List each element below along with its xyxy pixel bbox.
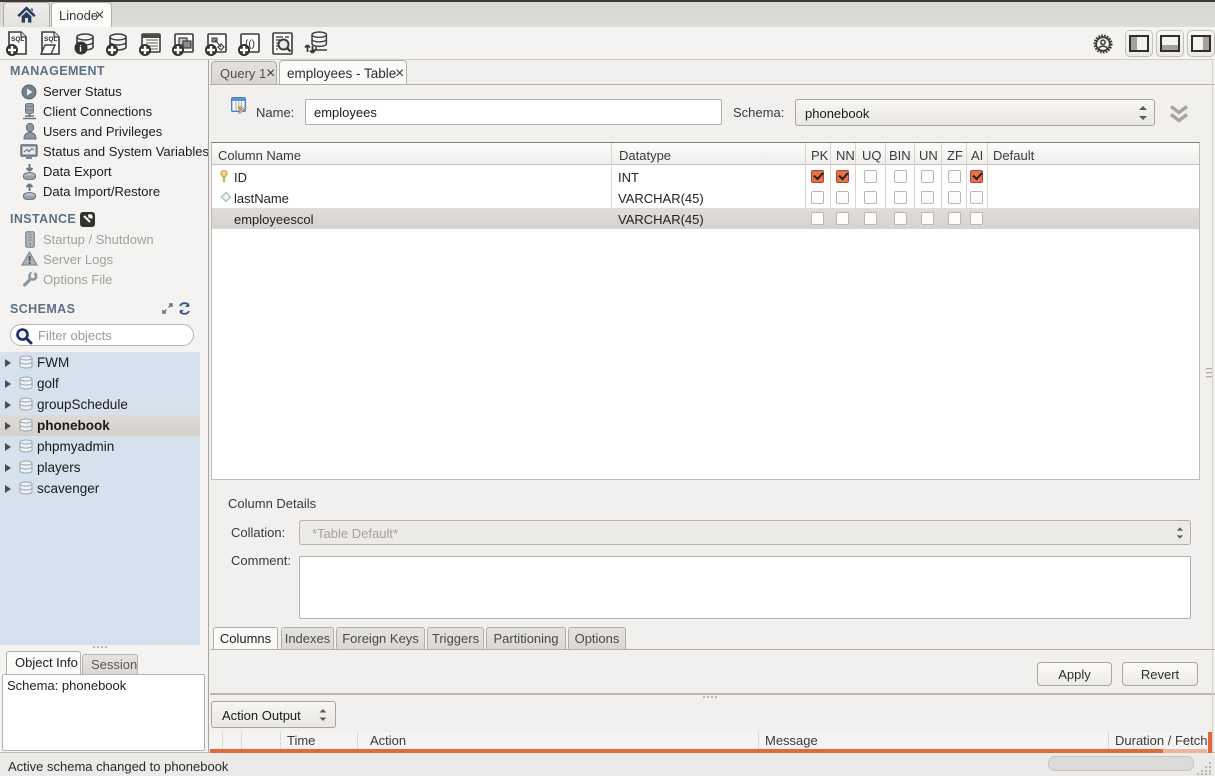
svg-text:SQL: SQL [11,36,24,43]
svg-text:SQL: SQL [44,36,57,43]
